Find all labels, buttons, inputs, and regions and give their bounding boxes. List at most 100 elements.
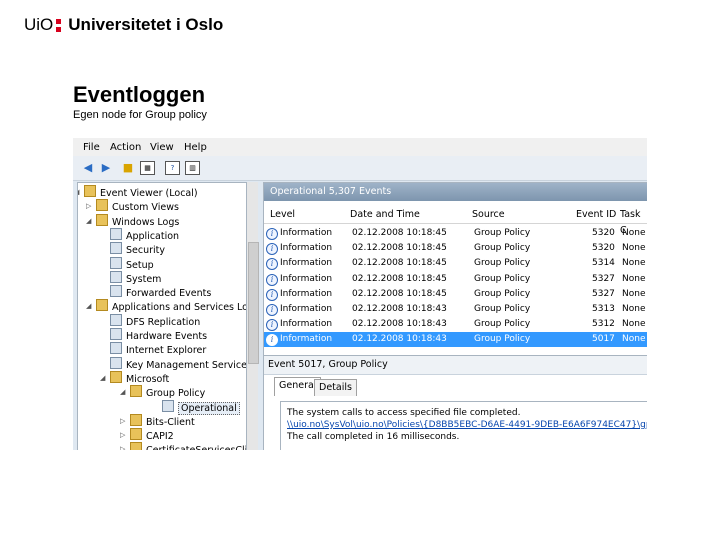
tree-node[interactable]: Operational [162, 399, 240, 415]
detail-line-3: The call completed in 16 milliseconds. [287, 432, 460, 442]
cell-source: Group Policy [474, 273, 531, 284]
table-row[interactable]: i Information 02.12.2008 10:18:45 Group Pol… [264, 287, 647, 302]
table-row[interactable]: i Information 02.12.2008 10:18:43 Group Pol… [264, 317, 647, 332]
cell-event-id: 5314 [592, 258, 615, 269]
column-header-divider [264, 223, 647, 224]
menu-bar: File Action View Help [73, 138, 647, 156]
cell-task-category: None [622, 319, 646, 330]
cell-date-time: 02.12.2008 10:18:43 [352, 334, 447, 345]
table-row[interactable]: i Information 02.12.2008 10:18:45 Group Pol… [264, 241, 647, 256]
tree-node[interactable]: Internet Explorer [110, 342, 206, 356]
menu-help[interactable]: Help [184, 142, 207, 153]
tree-expander-icon[interactable]: ◢ [78, 188, 79, 196]
cell-task-category: None [622, 334, 646, 345]
tree-node-label: Security [126, 245, 166, 257]
log-icon [110, 227, 122, 240]
tree-node[interactable]: Setup [110, 256, 154, 271]
menu-file[interactable]: File [83, 142, 100, 153]
tree-expander-icon[interactable]: ◢ [86, 217, 91, 225]
column-event-id[interactable]: Event ID [576, 207, 616, 223]
log-icon [110, 328, 122, 340]
table-row[interactable]: i Information 02.12.2008 10:18:45 Group Pol… [264, 256, 647, 271]
tree-node-label: Operational [178, 401, 240, 415]
cell-source: Group Policy [474, 288, 531, 299]
cell-task-category: None [622, 288, 646, 299]
tree-node-label: DFS Replication [126, 316, 201, 328]
tree-node[interactable]: Forwarded Events [110, 285, 211, 299]
tree-node[interactable]: Key Management Service [110, 356, 246, 371]
menu-action[interactable]: Action [110, 142, 141, 153]
column-task-category[interactable]: Task C [620, 207, 647, 236]
tree-node[interactable]: DFS Replication [110, 313, 201, 328]
table-row[interactable]: i Information 02.12.2008 10:18:43 Group Pol… [264, 302, 647, 317]
tree-node-label: Event Viewer (Local) [100, 188, 198, 199]
event-viewer-screenshot: File Action View Help ◀ ▶ ■ ▦ ? ▥ ◢ Event… [73, 138, 647, 450]
slide-subtitle: Egen node for Group policy [73, 109, 207, 121]
tree-node[interactable]: Applications and Services Logs [96, 299, 247, 314]
tree-node[interactable]: Windows Logs [96, 213, 179, 228]
information-icon: i [266, 304, 278, 316]
cell-event-id: 5327 [592, 288, 615, 299]
console-tree-icon[interactable]: ▦ [140, 161, 155, 175]
level-text: Information [280, 243, 333, 254]
table-row[interactable]: i Information 02.12.2008 10:18:43 Group Pol… [264, 332, 647, 348]
information-icon: i [266, 334, 278, 347]
folder-icon [96, 213, 108, 226]
tree-expander-icon[interactable]: ◢ [120, 388, 125, 396]
cell-source: Group Policy [474, 258, 531, 269]
log-icon [110, 313, 122, 326]
tree-expander-icon[interactable]: ◢ [86, 302, 91, 310]
cell-level: i Information [266, 256, 332, 271]
tree-expander-icon[interactable]: ▷ [120, 417, 125, 425]
tree-expander-icon[interactable]: ◢ [100, 374, 105, 382]
folder-up-icon[interactable]: ■ [121, 161, 135, 175]
tree-node[interactable]: Custom Views [96, 199, 179, 213]
cell-event-id: 5017 [592, 334, 615, 345]
folder-icon [130, 442, 142, 450]
detail-line-1: The system calls to access specified fil… [287, 408, 521, 418]
cell-source: Group Policy [474, 319, 531, 330]
action-pane-icon[interactable]: ▥ [185, 161, 200, 175]
tree-node-label: Hardware Events [126, 331, 208, 342]
logo-uio-text: UiO [24, 15, 54, 34]
tree-node[interactable]: Bits-Client [130, 413, 195, 428]
tree-node[interactable]: Microsoft [110, 370, 170, 385]
tree-node[interactable]: CAPI2 [130, 428, 174, 442]
cell-event-id: 5313 [592, 304, 615, 314]
scrollbar-thumb[interactable] [248, 242, 259, 364]
cell-source: Group Policy [474, 334, 531, 345]
cell-event-id: 5320 [592, 228, 615, 238]
tree-scrollbar[interactable] [247, 182, 259, 450]
table-row[interactable]: i Information 02.12.2008 10:18:45 Group Pol… [264, 272, 647, 287]
back-arrow-icon[interactable]: ◀ [81, 161, 95, 175]
tree-node[interactable]: Hardware Events [110, 328, 207, 342]
column-source[interactable]: Source [472, 207, 505, 223]
tree-node[interactable]: Group Policy [130, 385, 205, 399]
log-icon [110, 256, 122, 269]
tree-node[interactable]: System [110, 270, 161, 285]
cell-task-category: None [622, 258, 646, 269]
tree-node-label: Custom Views [112, 202, 179, 214]
column-date-time[interactable]: Date and Time [350, 207, 420, 223]
tree-node-label: Applications and Services Logs [112, 302, 247, 314]
tree-node[interactable]: Event Viewer (Local) [84, 185, 198, 199]
tree-node-label: Microsoft [126, 373, 170, 385]
cell-date-time: 02.12.2008 10:18:45 [352, 243, 447, 254]
help-icon[interactable]: ? [165, 161, 180, 175]
tree-node[interactable]: Security [110, 242, 165, 256]
tree-expander-icon[interactable]: ▷ [120, 445, 125, 450]
tree-expander-icon[interactable]: ▷ [86, 202, 91, 210]
tree-node[interactable]: CertificateServicesCli [130, 442, 246, 450]
menu-view[interactable]: View [150, 142, 174, 153]
column-level[interactable]: Level [270, 207, 295, 223]
level-text: Information [280, 273, 333, 284]
forward-arrow-icon[interactable]: ▶ [99, 161, 113, 175]
tree-expander-icon[interactable]: ▷ [120, 431, 125, 439]
folder-icon [130, 428, 142, 441]
table-row[interactable]: i Information 02.12.2008 10:18:45 Group Pol… [264, 226, 647, 241]
tab-details[interactable]: Details [314, 379, 357, 396]
console-tree: ◢ Event Viewer (Local) ▷ Custom Views ◢ Windo… [77, 182, 247, 450]
tree-node[interactable]: Application [110, 227, 179, 242]
cell-date-time: 02.12.2008 10:18:45 [352, 228, 447, 238]
detail-line-path[interactable]: \\uio.no\SysVol\uio.no\Policies\{D8BB5EB… [287, 420, 647, 430]
